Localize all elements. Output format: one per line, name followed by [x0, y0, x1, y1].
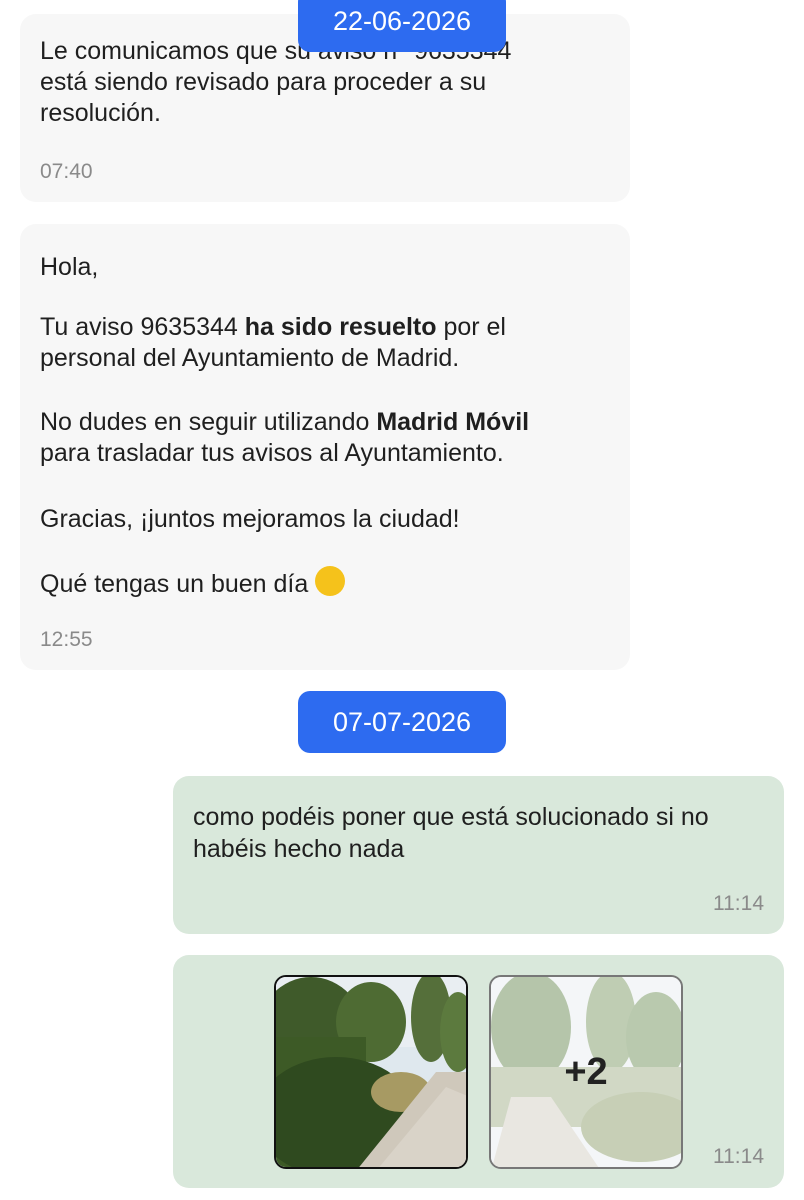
photo-image [276, 977, 466, 1167]
message-bubble-outgoing[interactable]: +2 11:14 [173, 955, 784, 1188]
message-text: Tu aviso 9635344 ha sido resuelto por el [40, 312, 506, 343]
message-time: 11:14 [713, 892, 764, 915]
message-text-part: Tu aviso 9635344 [40, 313, 245, 341]
message-time: 12:55 [40, 628, 93, 651]
message-text: como podéis poner que está solucionado s… [193, 803, 709, 831]
message-bubble-outgoing[interactable]: como podéis poner que está solucionado s… [173, 776, 784, 934]
message-text: No dudes en seguir utilizando Madrid Móv… [40, 407, 529, 438]
message-text-part: Qué tengas un buen día [40, 570, 309, 598]
photo-thumbnail[interactable] [274, 975, 468, 1169]
message-text: habéis hecho nada [193, 835, 405, 863]
message-bubble[interactable]: Hola, Tu aviso 9635344 ha sido resuelto … [20, 224, 630, 670]
message-text: para trasladar tus avisos al Ayuntamient… [40, 439, 504, 467]
message-time: 07:40 [40, 160, 93, 183]
message-text: Qué tengas un buen día 😄 [40, 566, 346, 600]
message-text: Gracias, ¡juntos mejoramos la ciudad! [40, 505, 460, 533]
more-photos-count: +2 [564, 1050, 608, 1093]
date-separator: 07-07-2026 [298, 691, 506, 753]
message-time: 11:14 [713, 1145, 764, 1168]
message-text-part: por el [436, 313, 506, 341]
message-bold-text: Madrid Móvil [376, 408, 530, 436]
message-bold-text: ha sido resuelto [244, 313, 437, 341]
message-text: resolución. [40, 99, 161, 127]
message-text: personal del Ayuntamiento de Madrid. [40, 344, 460, 372]
date-separator: 22-06-2026 [298, 0, 506, 52]
grinning-emoji-icon: 😄 [315, 566, 346, 596]
message-text: Hola, [40, 253, 99, 281]
message-text: está siendo revisado para proceder a su [40, 68, 487, 96]
photo-thumbnail[interactable]: +2 [489, 975, 683, 1169]
message-text-part: No dudes en seguir utilizando [40, 408, 377, 436]
